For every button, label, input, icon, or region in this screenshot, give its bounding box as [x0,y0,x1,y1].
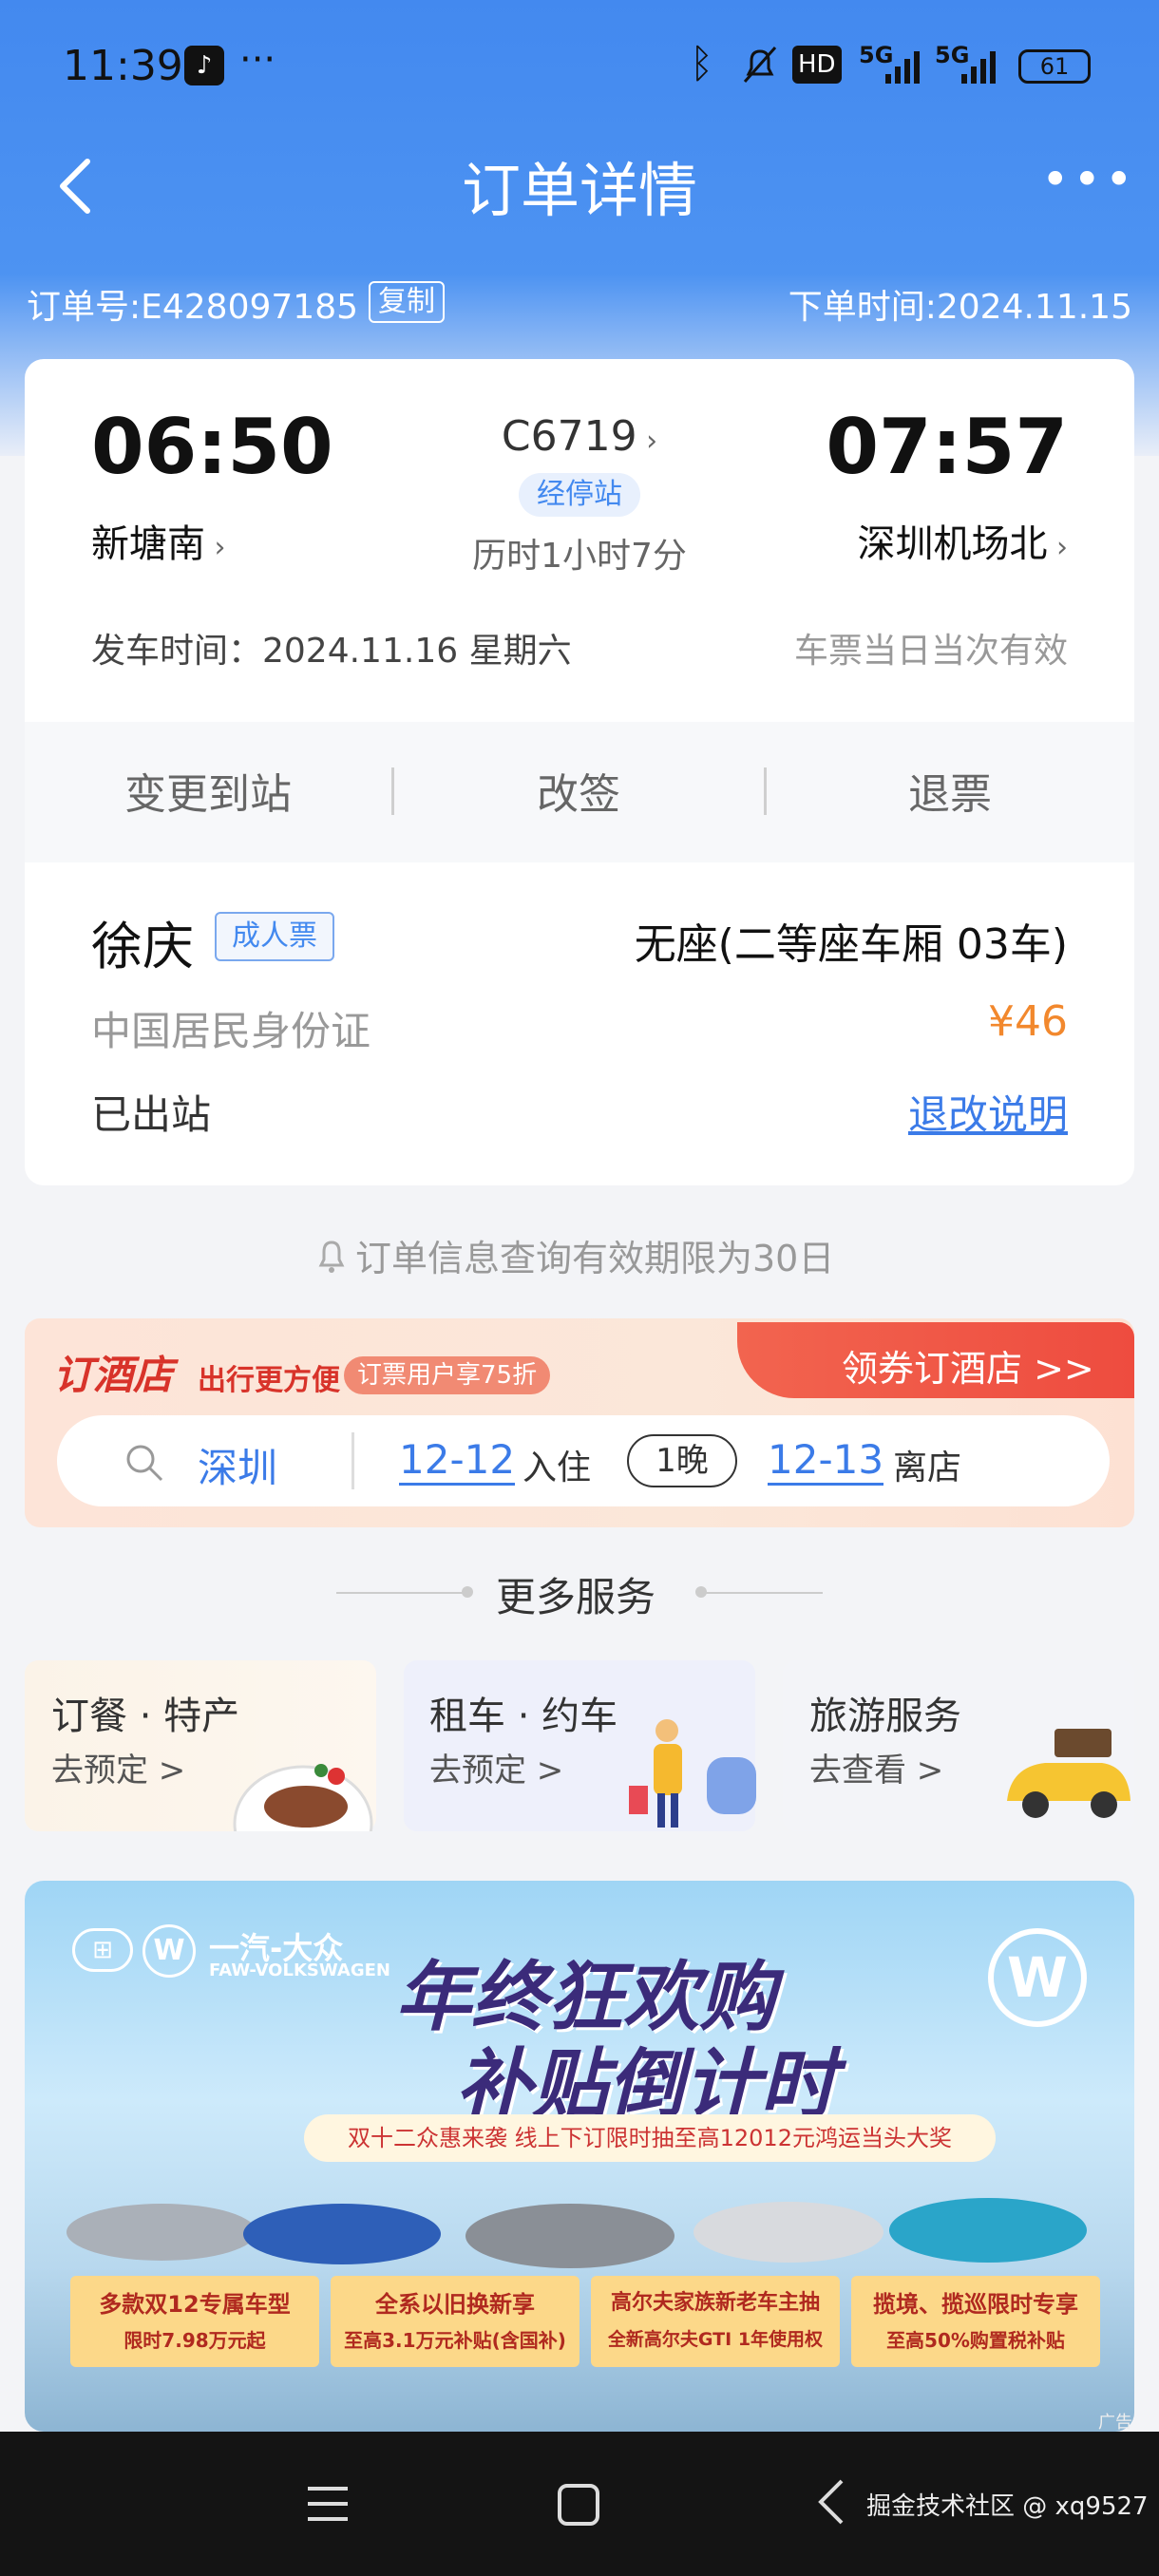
nights-count: 1晚 [627,1434,737,1487]
seat-info: 无座(二等座车厢 03车) [634,920,1068,969]
food-plate-icon [233,1764,373,1831]
battery-icon: 61 [1018,49,1091,84]
bell-icon [318,1241,345,1273]
hotel-slogan: 出行更方便 [198,1364,340,1397]
hotel-discount-badge: 订票用户享75折 [344,1356,551,1394]
ad-tag: 广告 [1098,2413,1132,2433]
signal-bars-icon [885,51,920,84]
menu-icon[interactable] [306,2483,350,2525]
ad-box-2-title: 全系以旧换新享 [375,2291,535,2318]
car-rental-icon [629,1719,756,1828]
id-type: 中国居民身份证 [91,1008,371,1054]
ticket-validity: 车票当日当次有效 [793,632,1068,671]
depart-time: 06:50 [91,403,333,491]
ticket-type-badge: 成人票 [215,912,334,961]
ad-box-3-title: 高尔夫家族新老车主抽 [610,2291,820,2315]
more-menu-icon[interactable]: ••• [1041,152,1136,207]
order-created-time: 下单时间:2024.11.15 [788,288,1132,327]
ticket-price: ¥46 [988,997,1068,1046]
change-station-button[interactable]: 变更到站 [25,760,391,821]
tiktok-icon: ♪ [184,46,224,85]
vw-big-logo-icon: W [988,1928,1087,2027]
train-number-label: C6719 [501,412,637,461]
arrive-time: 07:57 [826,403,1068,491]
service-travel-title: 旅游服务 [809,1695,961,1738]
refund-policy-link[interactable]: 退改说明 [908,1083,1068,1141]
hd-badge: HD [792,46,842,84]
hotel-city[interactable]: 深圳 [198,1436,277,1494]
depart-station[interactable]: 新塘南 › [91,513,226,568]
notice-text: 订单信息查询有效期限为30日 [355,1238,835,1279]
watermark: 掘金技术社区 @ xq9527 [866,2492,1149,2521]
search-icon [126,1445,163,1482]
service-food-title: 订餐 · 特产 [51,1695,240,1738]
mute-bell-icon [743,47,777,83]
depart-date: 发车时间：2024.11.16 星期六 [91,632,572,671]
checkin-date[interactable]: 12-12 [399,1436,516,1486]
ad-box-1-sub: 限时7.98万元起 [124,2329,266,2352]
faw-logo-icon: ⊞ [72,1928,133,1972]
hotel-logo: 订酒店 [53,1352,174,1398]
divider [352,1432,354,1489]
train-number[interactable]: C6719 › [494,412,665,461]
ad-box-4-sub: 至高50%购置税补贴 [886,2329,1065,2352]
divider-dot [462,1586,473,1598]
passenger-name: 徐庆 [91,917,194,976]
service-travel-action: 去查看 > [809,1752,944,1790]
signal-bars-icon [961,51,996,84]
checkout-date[interactable]: 12-13 [768,1436,884,1486]
arrive-station-name: 深圳机场北 [857,522,1048,566]
service-car-title: 租车 · 约车 [429,1695,618,1738]
more-services-title: 更多服务 [496,1574,656,1620]
trip-duration: 历时1小时7分 [472,537,687,576]
stops-button[interactable]: 经停站 [519,473,640,517]
refund-button[interactable]: 退票 [766,760,1134,821]
ad-box-3-sub: 全新高尔夫GTI 1年使用权 [607,2329,824,2350]
checkin-label: 入住 [522,1449,592,1487]
ad-box-4-title: 揽境、揽巡限时专享 [873,2291,1078,2318]
home-icon[interactable] [557,2483,600,2527]
car-lineup-image [66,2198,1087,2268]
reschedule-button[interactable]: 改签 [393,760,764,821]
travel-car-icon [1007,1729,1130,1818]
arrive-station[interactable]: 深圳机场北 › [857,513,1068,568]
service-car-action: 去预定 > [429,1752,564,1790]
hotel-coupon-button[interactable]: 领券订酒店 >> [842,1339,1094,1392]
ticket-status: 已出站 [91,1091,212,1138]
vw-logo-icon: W [142,1924,196,1978]
ad-brand-en: FAW-VOLKSWAGEN [209,1960,390,1980]
order-number: 订单号:E428097185 [27,288,359,327]
back-nav-icon[interactable] [815,2477,846,2527]
status-time: 11:39 [63,42,183,90]
ad-promo-strip: 双十二众惠来袭 线上下订限时抽至高12012元鸿运当头大奖 [304,2114,996,2162]
ad-box-1-title: 多款双12专属车型 [99,2291,291,2318]
service-food-action: 去预定 > [51,1752,186,1790]
checkout-label: 离店 [893,1449,962,1487]
status-dots: ··· [239,38,276,82]
copy-button[interactable]: 复制 [369,281,445,323]
divider [336,1592,469,1594]
bluetooth-icon: ᛒ [690,40,714,86]
depart-station-name: 新塘南 [91,522,205,566]
divider [703,1592,823,1594]
page-title: 订单详情 [461,156,697,225]
ad-box-2-sub: 至高3.1万元补贴(含国补) [344,2329,566,2352]
